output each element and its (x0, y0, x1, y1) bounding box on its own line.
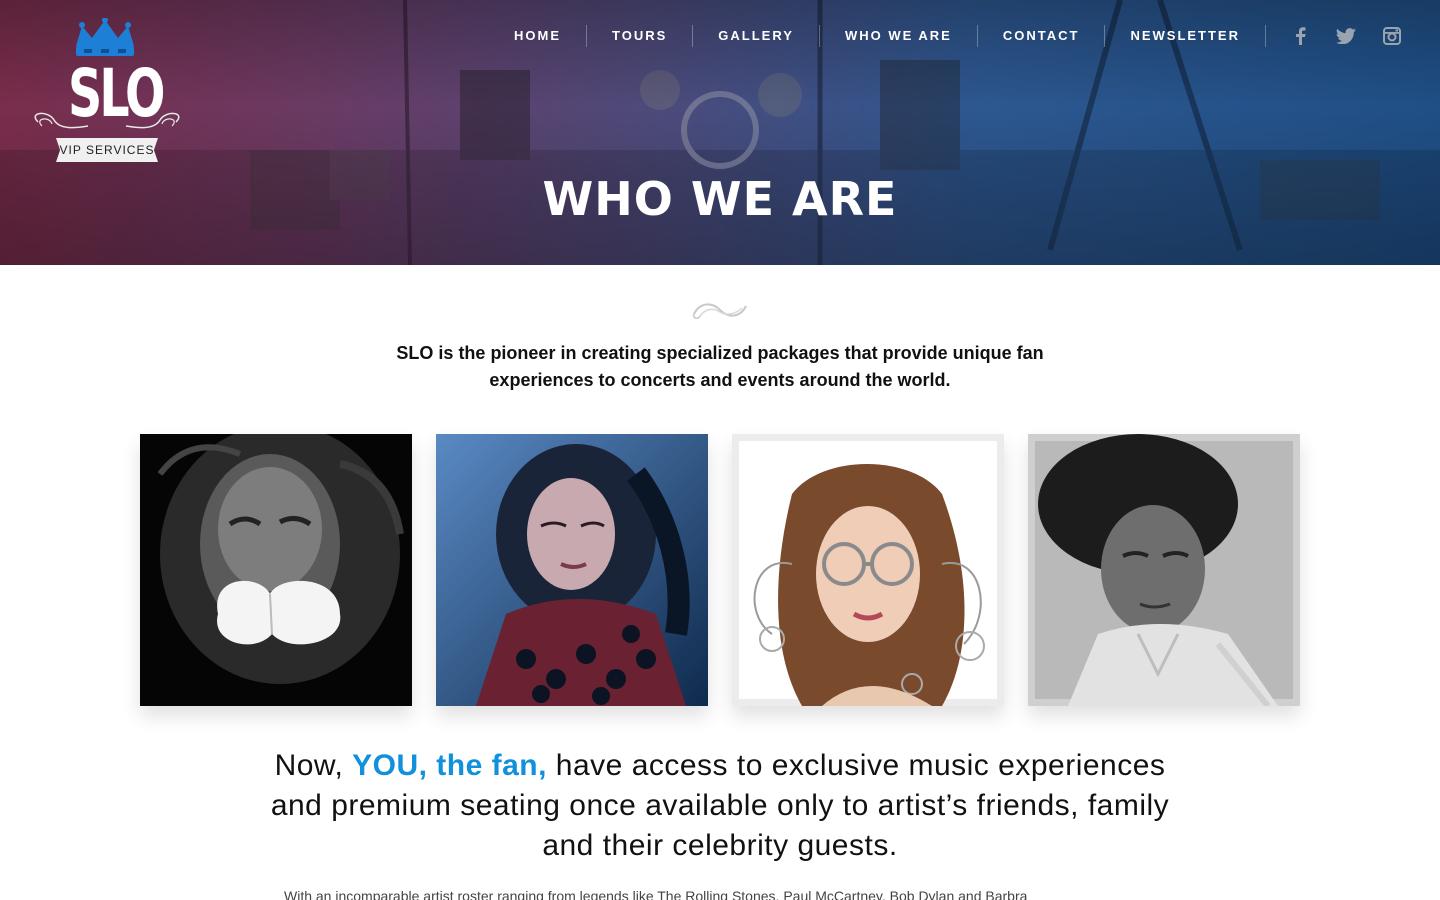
facebook-icon[interactable] (1290, 26, 1310, 46)
fan-access-headline: Now, YOU, the fan, have access to exclus… (270, 746, 1170, 866)
artist-photo-image (732, 434, 1004, 706)
page-title: WHO WE ARE (542, 172, 898, 226)
artist-photo-image (1028, 434, 1300, 706)
main-navigation: HOME TOURS GALLERY WHO WE ARE CONTACT NE… (489, 22, 1402, 50)
flourish-divider-icon (692, 303, 747, 319)
roster-paragraph: With an incomparable artist roster rangi… (284, 888, 1028, 900)
artist-gallery (140, 434, 1300, 706)
artist-photo[interactable] (436, 434, 708, 706)
artist-photo-image (436, 434, 708, 706)
nav-item-home[interactable]: HOME (489, 25, 588, 47)
hero-banner: SLO VIP SERVICES HOME TOURS GALLERY WHO … (0, 0, 1440, 265)
nav-item-contact[interactable]: CONTACT (978, 25, 1106, 47)
artist-photo[interactable] (732, 434, 1004, 706)
nav-item-gallery[interactable]: GALLERY (693, 25, 820, 47)
social-links (1266, 26, 1402, 46)
logo-ribbon: VIP SERVICES (56, 138, 158, 162)
nav-item-tours[interactable]: TOURS (587, 25, 694, 47)
brand-logo[interactable]: SLO VIP SERVICES (28, 18, 186, 166)
artist-photo-image (140, 434, 412, 706)
instagram-icon[interactable] (1382, 26, 1402, 46)
headline-lead: Now, (274, 749, 353, 782)
headline-accent: YOU, the fan, (352, 749, 547, 782)
artist-photo[interactable] (140, 434, 412, 706)
artist-photo[interactable] (1028, 434, 1300, 706)
crown-icon (76, 18, 134, 56)
intro-text: SLO is the pioneer in creating specializ… (396, 343, 1044, 390)
nav-item-newsletter[interactable]: NEWSLETTER (1105, 25, 1266, 47)
ornament-swirl-icon (34, 112, 180, 129)
nav-item-who-we-are[interactable]: WHO WE ARE (820, 25, 978, 47)
twitter-icon[interactable] (1336, 26, 1356, 46)
